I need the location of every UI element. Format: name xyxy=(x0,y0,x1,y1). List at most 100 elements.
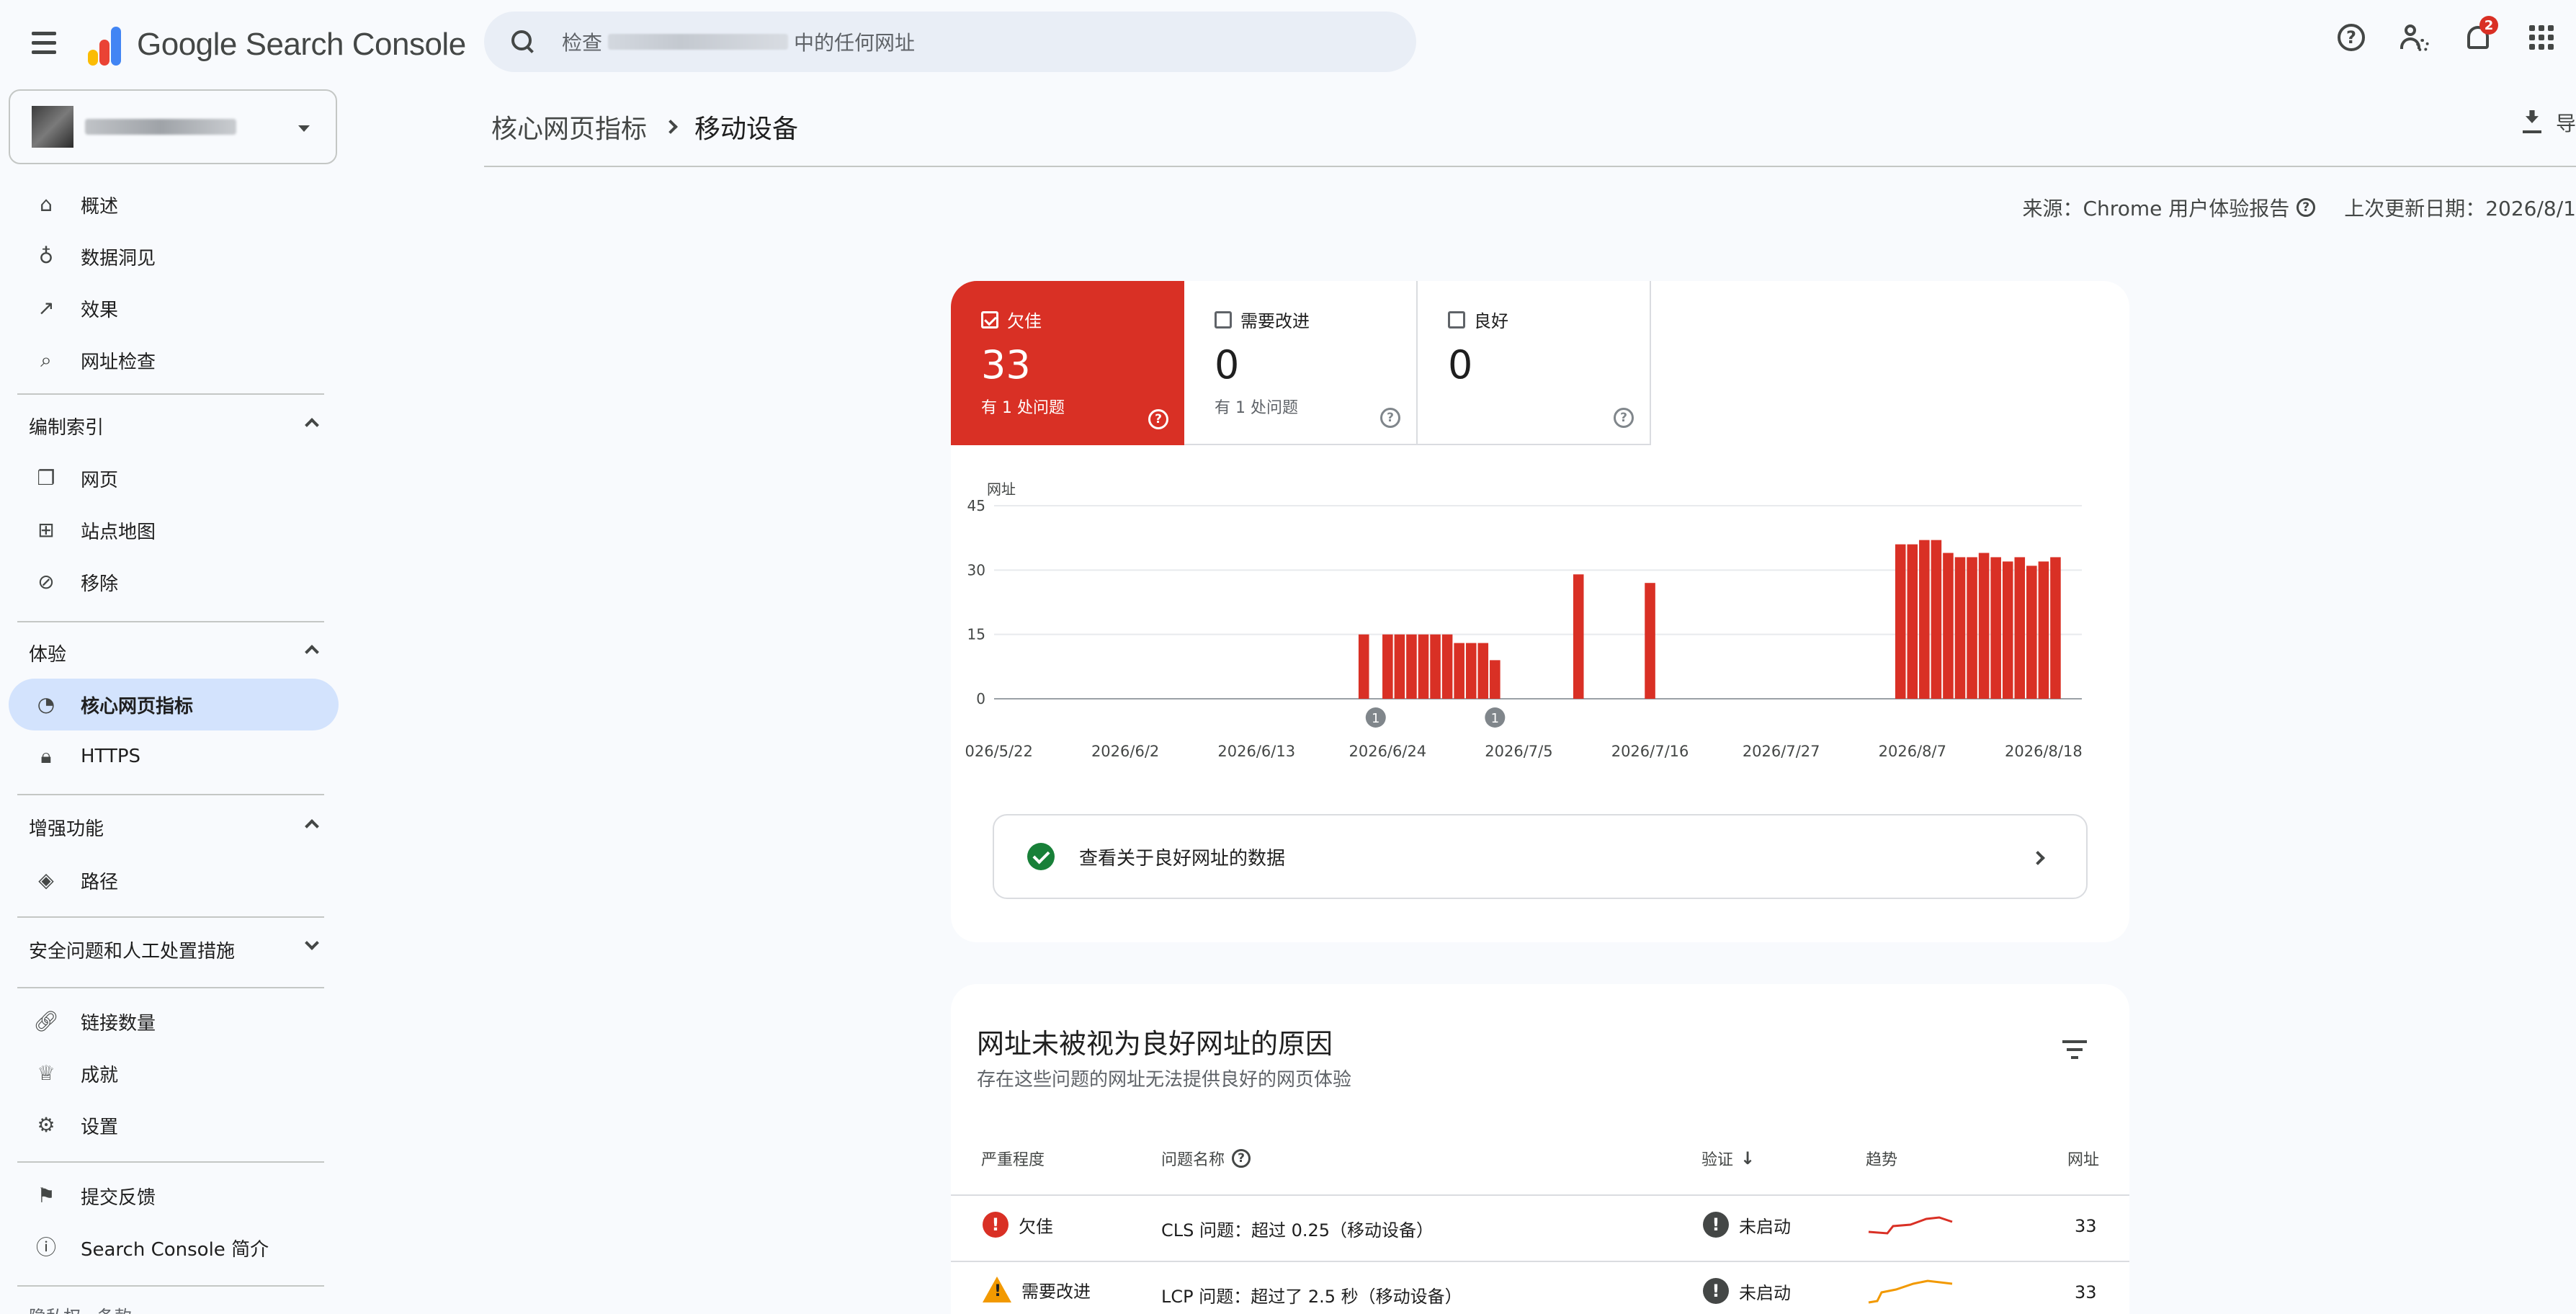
sidebar-item-https[interactable]: 🔒︎ HTTPS xyxy=(9,730,339,782)
sidebar-item-label: 链接数量 xyxy=(81,1012,156,1034)
sidebar-item-label: Search Console 简介 xyxy=(81,1238,269,1261)
chart-bar xyxy=(1978,553,1990,699)
x-tick-label: 2026/8/18 xyxy=(2005,743,2083,760)
x-tick-label: 2026/6/13 xyxy=(1217,743,1295,760)
lightbulb-icon: ♁ xyxy=(38,244,54,268)
apps-grid-icon xyxy=(2529,25,2554,50)
checkbox-checked[interactable] xyxy=(981,310,998,328)
warning-icon xyxy=(983,1277,1011,1302)
breadcrumb: 核心网页指标 移动设备 xyxy=(491,108,798,146)
help-icon[interactable]: ? xyxy=(2297,198,2316,217)
sidebar-divider xyxy=(17,621,324,622)
section-enhancements-toggle[interactable]: 增强功能 xyxy=(9,805,339,849)
eye-off-icon: ⊘ xyxy=(37,570,55,594)
tile-needs-improvement[interactable]: 需要改进 0 有 1 处问题 ? xyxy=(1184,281,1418,445)
annotation-label: 1 xyxy=(1491,711,1499,726)
chevron-down-icon xyxy=(305,936,319,950)
table-row-url-count: 33 xyxy=(2075,1282,2097,1302)
column-header-issue[interactable]: 问题名称? xyxy=(1161,1147,1251,1170)
gear-icon: ⚙ xyxy=(37,1113,55,1137)
section-experience-toggle[interactable]: 体验 xyxy=(9,631,339,674)
search-console-logo[interactable]: Google Search Console xyxy=(84,23,466,66)
privacy-terms-links[interactable]: 隐私权 · 条款 xyxy=(29,1302,132,1314)
sidebar-item-performance[interactable]: ↗ 效果 xyxy=(9,282,339,334)
view-good-urls-button[interactable]: 查看关于良好网址的数据 xyxy=(993,814,2088,899)
tile-poor[interactable]: 欠佳 33 有 1 处问题 ? xyxy=(951,281,1184,445)
sidebar-item-achievements[interactable]: ♕ 成就 xyxy=(9,1047,339,1099)
export-label: 导 xyxy=(2555,112,2576,135)
sidebar-item-label: 成就 xyxy=(81,1064,119,1086)
home-icon: ⌂ xyxy=(40,192,53,216)
filter-icon[interactable] xyxy=(2062,1039,2088,1060)
main-menu-button[interactable] xyxy=(26,24,62,61)
checkbox-unchecked[interactable] xyxy=(1215,310,1232,328)
notification-badge: 2 xyxy=(2479,16,2498,35)
sidebar-item-about[interactable]: ⓘ Search Console 简介 xyxy=(9,1222,339,1274)
tile-good[interactable]: 良好 0 ? xyxy=(1418,281,1651,445)
feedback-icon: ⚑ xyxy=(37,1184,55,1207)
sidebar-item-overview[interactable]: ⌂ 概述 xyxy=(9,179,339,231)
user-settings-button[interactable] xyxy=(2399,22,2430,53)
section-heading: 体验 xyxy=(29,643,67,666)
breadcrumb-parent-link[interactable]: 核心网页指标 xyxy=(491,108,647,146)
sort-arrow-down-icon: ↓ xyxy=(1740,1148,1756,1168)
sidebar-item-links[interactable]: 🔗︎ 链接数量 xyxy=(9,996,339,1047)
column-header-trend: 趋势 xyxy=(1866,1151,1898,1169)
sidebar-item-settings[interactable]: ⚙ 设置 xyxy=(9,1099,339,1151)
export-button[interactable]: 导 xyxy=(2521,108,2576,137)
tile-label: 需要改进 xyxy=(1240,311,1310,331)
section-indexing-toggle[interactable]: 编制索引 xyxy=(9,404,339,447)
property-selector[interactable] xyxy=(9,89,337,164)
x-tick-label: 2026/7/27 xyxy=(1743,743,1820,760)
x-tick-label: 2026/7/5 xyxy=(1485,743,1552,760)
property-favicon xyxy=(32,106,73,148)
sidebar-item-sitemaps[interactable]: ⊞ 站点地图 xyxy=(9,504,339,556)
help-icon[interactable]: ? xyxy=(1232,1149,1251,1168)
sidebar-item-breadcrumbs[interactable]: ◈ 路径 xyxy=(9,854,339,906)
help-icon[interactable]: ? xyxy=(1614,408,1634,428)
search-placeholder: 检查 中的任何网址 xyxy=(562,31,916,55)
y-tick-label: 15 xyxy=(967,626,985,643)
sidebar-item-url-inspection[interactable]: ⌕ 网址检查 xyxy=(9,334,339,386)
chart-svg: 网址 0153045 11 2026/5/222026/6/22026/6/13… xyxy=(955,481,2083,760)
good-urls-label: 查看关于良好网址的数据 xyxy=(1079,847,1286,870)
sidebar-item-removals[interactable]: ⊘ 移除 xyxy=(9,556,339,608)
alert-icon: ! xyxy=(1703,1278,1729,1304)
help-icon[interactable]: ? xyxy=(1148,409,1168,429)
help-icon[interactable]: ? xyxy=(1380,408,1400,428)
column-header-severity[interactable]: 严重程度 xyxy=(981,1147,1045,1170)
google-apps-button[interactable] xyxy=(2526,22,2557,53)
sidebar-item-insights[interactable]: ♁ 数据洞见 xyxy=(9,231,339,282)
sidebar-item-core-web-vitals[interactable]: ◔ 核心网页指标 xyxy=(9,679,339,730)
sidebar-divider xyxy=(17,987,324,988)
section-heading: 增强功能 xyxy=(29,818,104,840)
search-icon: ⌕ xyxy=(40,348,52,372)
chart-bar xyxy=(1441,634,1453,699)
checkbox-unchecked[interactable] xyxy=(1448,310,1465,328)
url-inspection-search[interactable]: 检查 中的任何网址 xyxy=(484,12,1416,72)
column-header-urls[interactable]: 网址 xyxy=(2067,1147,2099,1170)
help-button[interactable]: ? xyxy=(2335,22,2367,53)
sidebar-item-label: 概述 xyxy=(81,195,119,218)
column-header-validation[interactable]: 验证 ↓ xyxy=(1701,1147,1755,1170)
notifications-button[interactable]: 2 xyxy=(2462,16,2498,53)
sidebar-item-label: 核心网页指标 xyxy=(81,695,194,718)
chart-bar xyxy=(1895,544,1906,699)
data-source-line: 来源：Chrome 用户体验报告 ? 上次更新日期：2026/8/1 xyxy=(2023,193,2576,222)
sidebar-item-label: 网址检查 xyxy=(81,351,156,373)
sidebar-item-submit-feedback[interactable]: ⚑ 提交反馈 xyxy=(9,1170,339,1222)
chart-bar xyxy=(2038,561,2049,699)
help-icon: ? xyxy=(2338,24,2365,51)
chart-bar xyxy=(1919,540,1930,699)
x-tick-label: 2026/6/2 xyxy=(1091,743,1159,760)
chart-bar xyxy=(2014,557,2026,699)
sidebar-item-pages[interactable]: ❐ 网页 xyxy=(9,452,339,504)
chart-bar xyxy=(1430,634,1441,699)
y-axis-label: 网址 xyxy=(987,481,1016,498)
sidebar-item-label: 站点地图 xyxy=(81,521,156,543)
table-row-issue[interactable]: LCP 问题：超过了 2.5 秒（移动设备） xyxy=(1161,1282,1462,1308)
table-row-issue[interactable]: CLS 问题：超过 0.25（移动设备） xyxy=(1161,1216,1434,1241)
chart-bar xyxy=(1358,634,1369,699)
chevron-right-icon xyxy=(2031,851,2045,865)
section-security-toggle[interactable]: 安全问题和人工处置措施 xyxy=(9,928,339,971)
